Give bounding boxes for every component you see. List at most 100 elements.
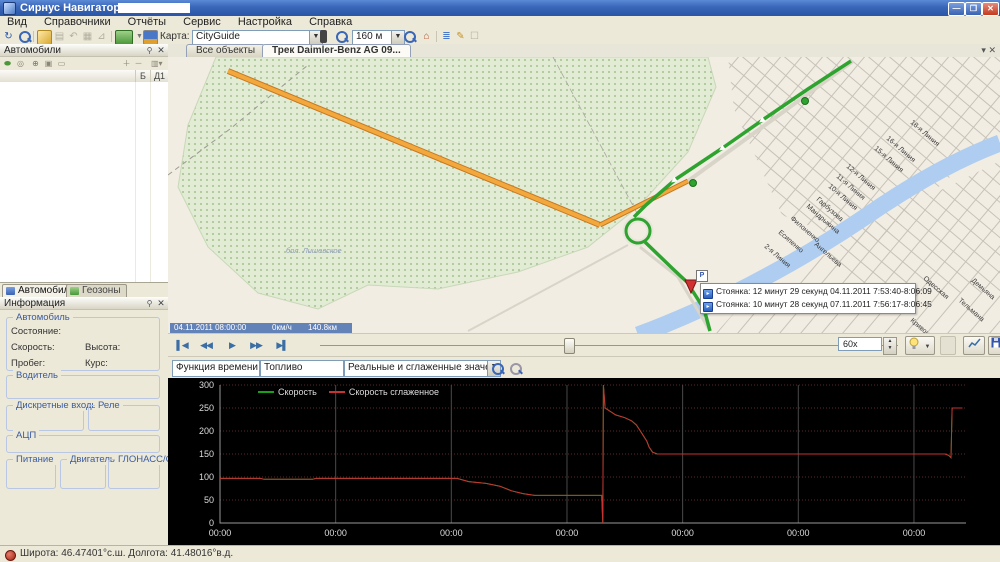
chart-legend: Скорость Скорость сглаженное xyxy=(246,386,439,398)
list-icon xyxy=(6,287,15,295)
svg-text:0: 0 xyxy=(209,518,214,528)
menu-view[interactable]: Вид xyxy=(0,16,34,29)
svg-text:00:00: 00:00 xyxy=(440,528,463,538)
skip-end-button[interactable]: ▶▌ xyxy=(272,338,292,353)
group-adc: АЦП xyxy=(6,435,160,453)
chart-function-select[interactable]: Функция времени▼ xyxy=(172,360,273,377)
close-icon[interactable]: ✕ xyxy=(988,45,996,55)
title-bar[interactable]: Сирнус Навигатор - — ❐ ✕ xyxy=(0,0,1000,16)
traffic-light-icon[interactable] xyxy=(320,30,327,43)
timeline-slider-track[interactable] xyxy=(320,345,898,346)
tab-all-objects[interactable]: Все объекты xyxy=(186,44,265,57)
rewind-button[interactable]: ◀◀ xyxy=(196,338,216,353)
svg-text:00:00: 00:00 xyxy=(787,528,810,538)
overlay-speed: 0км/ч xyxy=(272,323,292,333)
goto-icon[interactable]: ▸ xyxy=(703,302,713,312)
legend-label: Скорость xyxy=(278,387,317,397)
timeline-slider-handle[interactable] xyxy=(564,338,575,354)
vehicles-list[interactable] xyxy=(0,82,168,282)
field-height-label: Высота: xyxy=(85,342,120,353)
pin-icon[interactable]: ⚲ xyxy=(145,299,154,308)
vehicles-toolbar: ⬬ ◎ ⊕ ▣ ▭ ＋ － ▥▾ xyxy=(0,57,168,71)
legend-swatch xyxy=(258,391,274,393)
pin-icon[interactable]: ⚲ xyxy=(145,46,154,55)
menu-help[interactable]: Справка xyxy=(302,16,359,29)
close-icon[interactable]: ✕ xyxy=(156,298,166,309)
location-marker-icon xyxy=(5,550,16,561)
svg-text:00:00: 00:00 xyxy=(324,528,347,538)
chart-icon[interactable] xyxy=(143,30,158,45)
menu-service[interactable]: Сервис xyxy=(176,16,228,29)
toolbar-separator xyxy=(436,31,437,42)
close-button[interactable]: ✕ xyxy=(982,2,999,16)
chevron-down-icon[interactable]: ▼ xyxy=(391,31,404,44)
toolbar-separator xyxy=(33,31,34,42)
search-icon[interactable] xyxy=(19,31,31,43)
group-driver: Водитель xyxy=(6,375,160,399)
info-panel-title: Информация xyxy=(4,298,65,309)
chevron-down-icon[interactable]: ▼ xyxy=(925,344,931,350)
legend-swatch xyxy=(329,391,345,393)
save-button[interactable] xyxy=(988,336,1000,355)
minimize-button[interactable]: — xyxy=(948,2,965,16)
column-header-b: Б xyxy=(135,70,150,82)
stop-tooltip: ▸Стоянка: 12 минут 29 секунд 04.11.2011 … xyxy=(700,283,916,314)
parking-marker-icon[interactable]: P xyxy=(696,270,708,282)
tab-geozones[interactable]: Геозоны xyxy=(66,284,127,297)
vehicle-icon[interactable] xyxy=(115,30,133,45)
close-icon[interactable]: ✕ xyxy=(156,45,166,56)
skip-start-button[interactable]: ▌◀ xyxy=(172,338,192,353)
svg-text:00:00: 00:00 xyxy=(556,528,579,538)
playback-speed-input[interactable]: 60x xyxy=(838,337,882,351)
image-icon[interactable] xyxy=(37,30,52,45)
fast-forward-button[interactable]: ▶▶ xyxy=(246,338,266,353)
chart-values-select[interactable]: Реальные и сглаженные значен▼ xyxy=(344,360,501,377)
menu-directories[interactable]: Справочники xyxy=(37,16,118,29)
svg-text:00:00: 00:00 xyxy=(209,528,232,538)
chart-zoom-in-icon[interactable] xyxy=(492,363,504,375)
menu-settings[interactable]: Настройка xyxy=(231,16,299,29)
lamp-button[interactable]: ▼ xyxy=(905,336,935,355)
map-view[interactable]: 18-я Линия16-я Линия15-я Линия12-я Линия… xyxy=(168,57,1000,333)
home-icon[interactable]: ⌂ xyxy=(420,30,433,43)
compose-icon[interactable]: ✎ xyxy=(454,30,467,43)
legend-label: Скорость сглаженное xyxy=(349,387,439,397)
binoculars-icon: ◎ xyxy=(15,58,26,69)
group-vehicle: Автомобиль Состояние: Скорость: Высота: … xyxy=(6,317,160,371)
field-speed-label: Скорость: xyxy=(11,342,55,353)
undo-icon: ↶ xyxy=(67,30,80,43)
restore-button[interactable]: ❐ xyxy=(965,2,982,16)
track-status-overlay: 04.11.2011 08:00:00 0км/ч 140.8км xyxy=(170,323,352,333)
window-button[interactable] xyxy=(940,336,956,355)
status-coordinates: Широта: 46.47401°с.ш. Долгота: 41.48016°… xyxy=(20,546,233,562)
speed-spinner[interactable]: ▲▼ xyxy=(883,337,897,355)
application-window: Сирнус Навигатор - — ❐ ✕ Вид Справочники… xyxy=(0,0,1000,562)
edit-icon: ▤ xyxy=(53,30,66,43)
menu-reports[interactable]: Отчёты xyxy=(121,16,173,29)
chevron-down-icon[interactable]: ▾ xyxy=(981,45,986,55)
vehicles-panel: Автомобили ⚲ ✕ ⬬ ◎ ⊕ ▣ ▭ ＋ － ▥▾ Б Д1 xyxy=(0,44,169,282)
tab-track-daimler[interactable]: Трек Daimler-Benz AG 09... xyxy=(262,44,411,58)
track-node xyxy=(690,180,697,187)
stop-tooltip-row[interactable]: ▸Стоянка: 10 минут 28 секунд 07.11.2011 … xyxy=(703,298,932,311)
menu-bar: Вид Справочники Отчёты Сервис Настройка … xyxy=(0,16,1000,29)
chart-toggle-button[interactable] xyxy=(963,336,985,355)
svg-text:150: 150 xyxy=(199,449,214,459)
plus-icon: ＋ xyxy=(121,58,132,69)
map-select[interactable]: CityGuide▼ xyxy=(192,30,323,45)
status-bar: Широта: 46.47401°с.ш. Долгота: 41.48016°… xyxy=(0,545,1000,562)
columns-icon[interactable]: ▥▾ xyxy=(151,58,162,69)
zoom-out-icon[interactable] xyxy=(404,31,416,43)
globe-icon: ⊕ xyxy=(30,58,41,69)
zoom-in-icon[interactable] xyxy=(336,31,348,43)
stop-tooltip-row[interactable]: ▸Стоянка: 12 минут 29 секунд 04.11.2011 … xyxy=(703,285,932,298)
area-label: бол. Лишевское xyxy=(286,246,342,255)
play-button[interactable]: ▶ xyxy=(222,338,242,353)
chart-zoom-out-icon[interactable] xyxy=(510,363,522,375)
chart-fuel-select[interactable]: Топливо▼ xyxy=(260,360,357,377)
car-icon[interactable]: ⬬ xyxy=(2,58,13,69)
title-highlight-box xyxy=(118,3,190,13)
list-icon[interactable]: ≣ xyxy=(440,30,453,43)
refresh-icon[interactable]: ↻ xyxy=(2,30,15,43)
map-scale-select[interactable]: 160 м▼ xyxy=(352,30,405,45)
